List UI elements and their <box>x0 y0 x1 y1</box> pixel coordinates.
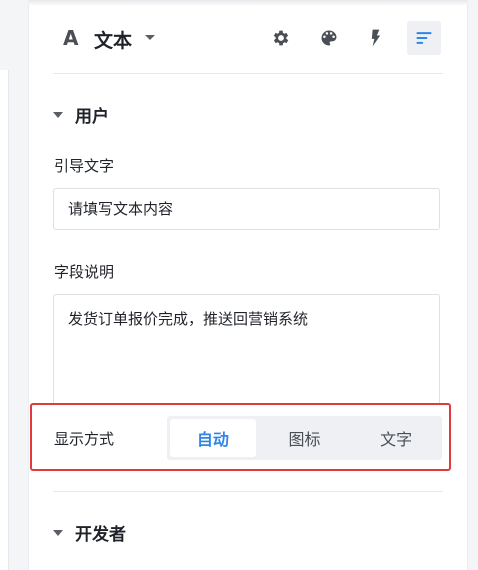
placeholder-label: 引导文字 <box>54 157 115 175</box>
display-mode-row: 显示方式 自动 图标 文字 <box>29 404 467 468</box>
caret-down-icon <box>53 529 63 536</box>
layout-button[interactable] <box>407 21 441 55</box>
sort-lines-icon <box>416 32 432 44</box>
events-button[interactable] <box>359 21 393 55</box>
section-developer[interactable]: 开发者 <box>53 520 126 545</box>
style-button[interactable] <box>312 21 346 55</box>
header-divider <box>53 73 443 74</box>
field-type-selector[interactable]: 文本 <box>94 26 132 53</box>
section-developer-title: 开发者 <box>75 525 126 545</box>
display-option-icon[interactable]: 图标 <box>262 419 348 457</box>
chevron-down-icon[interactable] <box>145 35 155 40</box>
placeholder-input[interactable]: 请填写文本内容 <box>53 188 440 230</box>
display-option-auto[interactable]: 自动 <box>170 419 256 457</box>
lightning-icon <box>371 29 381 47</box>
panel-top-shadow <box>29 0 467 6</box>
gear-icon <box>273 30 289 46</box>
section-user[interactable]: 用户 <box>53 102 109 127</box>
properties-panel: A 文本 用户 引导文字 请填写文本内容 字段说明 发货订单报价完成，推送回营销… <box>28 0 468 570</box>
settings-button[interactable] <box>264 21 298 55</box>
palette-icon <box>321 30 337 46</box>
text-type-icon: A <box>63 26 79 50</box>
description-label: 字段说明 <box>54 263 115 281</box>
description-textarea[interactable]: 发货订单报价完成，推送回营销系统 <box>53 294 440 406</box>
section-user-title: 用户 <box>75 107 109 127</box>
left-canvas-edge <box>0 70 9 570</box>
display-mode-segmented-control: 自动 图标 文字 <box>167 416 442 460</box>
section-divider <box>53 491 443 492</box>
display-mode-label: 显示方式 <box>54 430 115 448</box>
display-option-text[interactable]: 文字 <box>353 419 439 457</box>
caret-down-icon <box>53 111 63 118</box>
panel-header: A 文本 <box>29 18 467 62</box>
